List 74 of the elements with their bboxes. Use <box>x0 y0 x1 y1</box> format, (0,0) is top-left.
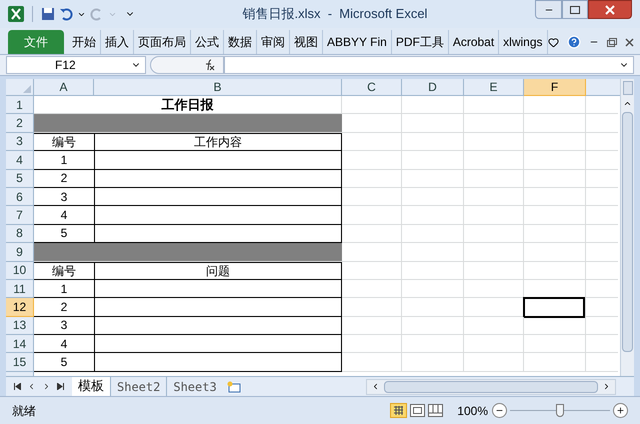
table-cell: 2 <box>34 170 94 188</box>
file-tab[interactable]: 文件 <box>8 30 64 54</box>
column-header[interactable]: E <box>464 79 524 96</box>
table-cell: 3 <box>34 188 94 206</box>
next-sheet-icon[interactable] <box>42 382 51 391</box>
table-cell: 1 <box>34 151 94 170</box>
row-header[interactable]: 1 <box>6 96 34 114</box>
zoom-slider[interactable] <box>510 404 610 418</box>
close-icon <box>605 4 615 14</box>
maximize-button[interactable] <box>562 0 588 19</box>
row-header[interactable]: 7 <box>6 206 34 225</box>
zoom-out-button[interactable] <box>492 403 507 418</box>
zoom-in-button[interactable] <box>613 403 628 418</box>
previous-sheet-icon[interactable] <box>27 382 36 391</box>
table-cell: 编号 <box>34 262 94 280</box>
maximize-icon <box>570 6 580 14</box>
undo-icon[interactable] <box>59 7 73 21</box>
row-header[interactable]: 15 <box>6 353 34 372</box>
row-header[interactable]: 4 <box>6 151 34 170</box>
save-icon[interactable] <box>41 7 55 21</box>
row-header[interactable]: 11 <box>6 280 34 298</box>
split-handle[interactable] <box>622 81 632 95</box>
help-icon[interactable] <box>566 35 581 49</box>
select-all-icon[interactable] <box>23 85 31 93</box>
zoom-level[interactable]: 100% <box>457 402 488 420</box>
row-header[interactable]: 5 <box>6 170 34 188</box>
horizontal-scrollbar[interactable] <box>366 378 616 394</box>
table-cell: 1 <box>34 280 94 298</box>
table-cell: 5 <box>34 353 94 372</box>
row-header[interactable]: 2 <box>6 114 34 133</box>
scroll-left-icon[interactable] <box>371 382 380 391</box>
scroll-up-icon[interactable] <box>623 99 632 108</box>
spreadsheet-logo-icon[interactable] <box>8 6 24 22</box>
column-header[interactable]: B <box>94 79 342 96</box>
name-box[interactable]: F12 <box>6 56 146 74</box>
insert-sheet-icon[interactable] <box>226 380 241 392</box>
table-cell: 工作内容 <box>94 132 342 152</box>
scroll-right-icon[interactable] <box>602 382 611 391</box>
row-header[interactable]: 14 <box>6 335 34 354</box>
column-header[interactable]: D <box>402 79 464 96</box>
window-title: 销售日报.xlsx - Microsoft Excel <box>242 5 428 24</box>
row-header[interactable]: 9 <box>6 243 34 262</box>
table-cell: 4 <box>34 335 94 354</box>
insert-function-icon[interactable] <box>203 59 215 71</box>
scroll-thumb[interactable] <box>622 112 633 352</box>
table-cell: 3 <box>34 316 94 336</box>
table-cell: 2 <box>34 298 94 317</box>
restore-icon[interactable] <box>606 38 617 46</box>
page-break-icon[interactable] <box>428 404 444 417</box>
scroll-thumb[interactable] <box>384 380 598 392</box>
column-header[interactable]: A <box>34 79 94 96</box>
row-header[interactable]: 6 <box>6 188 34 206</box>
row-header[interactable]: 13 <box>6 316 34 336</box>
table-cell: 编号 <box>34 132 94 152</box>
status-text: 就绪 <box>12 402 36 420</box>
table-cell: 问题 <box>94 262 342 280</box>
first-sheet-icon[interactable] <box>14 383 21 390</box>
column-header[interactable]: F <box>524 79 586 96</box>
vertical-scrollbar[interactable] <box>620 79 634 376</box>
table-cell: 4 <box>34 206 94 225</box>
last-sheet-icon[interactable] <box>57 383 64 390</box>
column-header[interactable]: C <box>342 79 402 96</box>
close-button[interactable] <box>588 0 632 19</box>
formula-input[interactable] <box>224 56 634 74</box>
row-header[interactable]: 8 <box>6 224 34 244</box>
row-header[interactable]: 3 <box>6 132 34 152</box>
row-header[interactable]: 10 <box>6 262 34 280</box>
page-layout-icon[interactable] <box>410 404 426 417</box>
normal-view-icon[interactable] <box>390 403 408 418</box>
zoom-thumb[interactable] <box>556 404 564 417</box>
plus-icon <box>616 406 625 415</box>
row-header[interactable]: 12 <box>6 298 34 317</box>
sheet-tab[interactable]: 模板 <box>72 376 110 396</box>
close-icon[interactable] <box>624 38 634 46</box>
